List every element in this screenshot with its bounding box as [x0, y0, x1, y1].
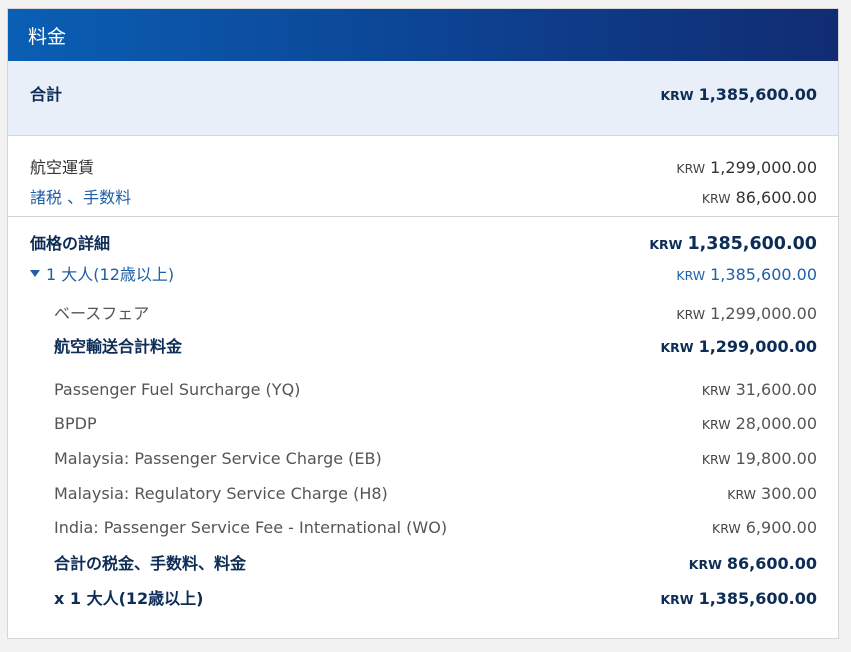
- tax-row: India: Passenger Service Fee - Internati…: [8, 518, 838, 537]
- divider: [8, 216, 838, 217]
- base-fare-row: ベースフェア KRW 1,299,000.00: [8, 300, 838, 324]
- base-fare-label: ベースフェア: [54, 304, 150, 323]
- total-label: 合計: [30, 85, 63, 104]
- price-details-row: 価格の詳細 KRW 1,385,600.00: [8, 230, 838, 254]
- tax-amount: KRW 31,600.00: [701, 380, 817, 399]
- airfare-row: 航空運賃 KRW 1,299,000.00: [8, 154, 838, 178]
- taxes-fees-amount: KRW 86,600.00: [701, 188, 817, 207]
- tax-label: Malaysia: Regulatory Service Charge (H8): [54, 484, 388, 503]
- price-details-amount: KRW 1,385,600.00: [649, 234, 817, 254]
- tax-amount: KRW 300.00: [727, 484, 817, 503]
- multiplier-label: x 1 大人(12歳以上): [54, 589, 204, 608]
- tax-label: India: Passenger Service Fee - Internati…: [54, 518, 448, 537]
- tax-row: Malaysia: Passenger Service Charge (EB) …: [8, 449, 838, 468]
- tax-total-row: 合計の税金、手数料、料金 KRW 86,600.00: [8, 550, 838, 574]
- airfare-label: 航空運賃: [30, 158, 95, 177]
- taxes-fees-link[interactable]: 諸税 、手数料: [30, 184, 131, 208]
- price-details-heading: 価格の詳細: [30, 234, 111, 253]
- tax-row: Passenger Fuel Surcharge (YQ) KRW 31,600.…: [8, 380, 838, 399]
- tax-amount: KRW 28,000.00: [701, 414, 817, 433]
- base-fare-amount: KRW 1,299,000.00: [676, 304, 817, 323]
- tax-label: Passenger Fuel Surcharge (YQ): [54, 380, 301, 399]
- multiplier-row: x 1 大人(12歳以上) KRW 1,385,600.00: [8, 585, 838, 609]
- tax-amount: KRW 19,800.00: [701, 449, 817, 468]
- fare-header: 料金: [8, 9, 838, 61]
- passenger-toggle[interactable]: 1 大人(12歳以上): [30, 261, 174, 285]
- tax-label: BPDP: [54, 414, 97, 433]
- tax-row: Malaysia: Regulatory Service Charge (H8)…: [8, 484, 838, 503]
- fare-panel: 料金 合計 KRW 1,385,600.00 航空運賃 KRW 1,299,000.…: [7, 8, 839, 639]
- tax-label: Malaysia: Passenger Service Charge (EB): [54, 449, 382, 468]
- tax-amount: KRW 6,900.00: [712, 518, 817, 537]
- passenger-amount: KRW 1,385,600.00: [676, 265, 817, 284]
- air-total-row: 航空輸送合計料金 KRW 1,299,000.00: [8, 333, 838, 357]
- tax-total-label: 合計の税金、手数料、料金: [54, 554, 247, 573]
- airfare-amount: KRW 1,299,000.00: [676, 158, 817, 177]
- total-row: 合計 KRW 1,385,600.00: [8, 81, 838, 105]
- air-total-amount: KRW 1,299,000.00: [660, 337, 817, 356]
- passenger-row[interactable]: 1 大人(12歳以上) KRW 1,385,600.00: [8, 261, 838, 285]
- air-total-label: 航空輸送合計料金: [54, 337, 183, 356]
- taxes-fees-row[interactable]: 諸税 、手数料 KRW 86,600.00: [8, 184, 838, 208]
- multiplier-amount: KRW 1,385,600.00: [660, 589, 817, 608]
- caret-down-icon: [30, 270, 40, 277]
- tax-total-amount: KRW 86,600.00: [688, 554, 817, 573]
- tax-row: BPDP KRW 28,000.00: [8, 414, 838, 433]
- fare-title: 料金: [28, 25, 67, 48]
- total-amount: KRW 1,385,600.00: [660, 85, 817, 104]
